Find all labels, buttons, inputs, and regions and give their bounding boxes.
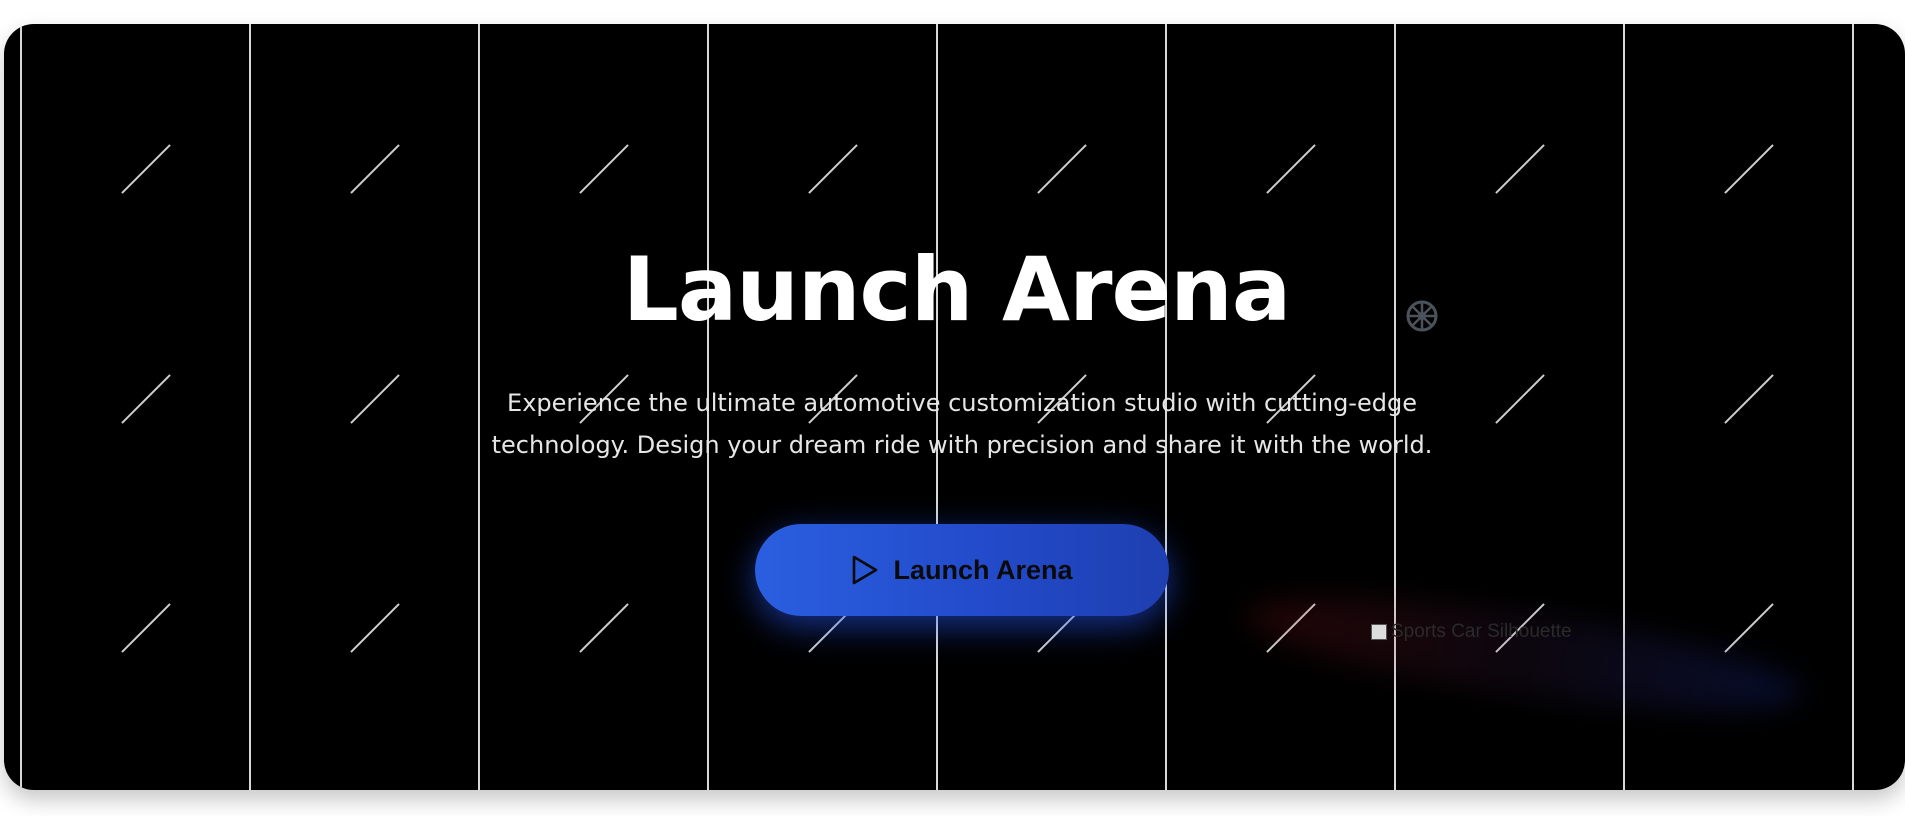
grid-slash [1495, 374, 1545, 424]
grid-line [478, 24, 480, 790]
grid-line [249, 24, 251, 790]
grid-slash [1724, 374, 1774, 424]
car-image: Sports Car Silhouette [1371, 621, 1572, 643]
grid-slash [350, 603, 400, 653]
grid-slash [579, 603, 629, 653]
grid-slash [808, 144, 858, 194]
grid-line [20, 24, 22, 790]
car-glow [1241, 575, 1807, 733]
grid-slash [350, 144, 400, 194]
grid-slash [1495, 144, 1545, 194]
grid-slash [1724, 603, 1774, 653]
grid-slash [1037, 144, 1087, 194]
page-subtitle: Experience the ultimate automotive custo… [491, 389, 1433, 459]
grid-slash [350, 374, 400, 424]
page-title: Launch Arena [622, 238, 1291, 341]
launch-arena-button[interactable]: Launch Arena [755, 524, 1169, 616]
broken-image-icon [1371, 624, 1387, 640]
grid-slash [1724, 144, 1774, 194]
grid-slash [121, 144, 171, 194]
play-icon [853, 555, 878, 585]
car-image-alt: Sports Car Silhouette [1391, 621, 1572, 642]
grid-slash [579, 144, 629, 194]
grid-slash [121, 374, 171, 424]
page: Sports Car Silhouette Launch Arena Exper… [0, 0, 1905, 816]
grid-line [1852, 24, 1854, 790]
hero-section: Sports Car Silhouette Launch Arena Exper… [4, 24, 1905, 790]
grid-slash [121, 603, 171, 653]
launch-arena-button-label: Launch Arena [893, 554, 1073, 585]
grid-slash [1266, 144, 1316, 194]
